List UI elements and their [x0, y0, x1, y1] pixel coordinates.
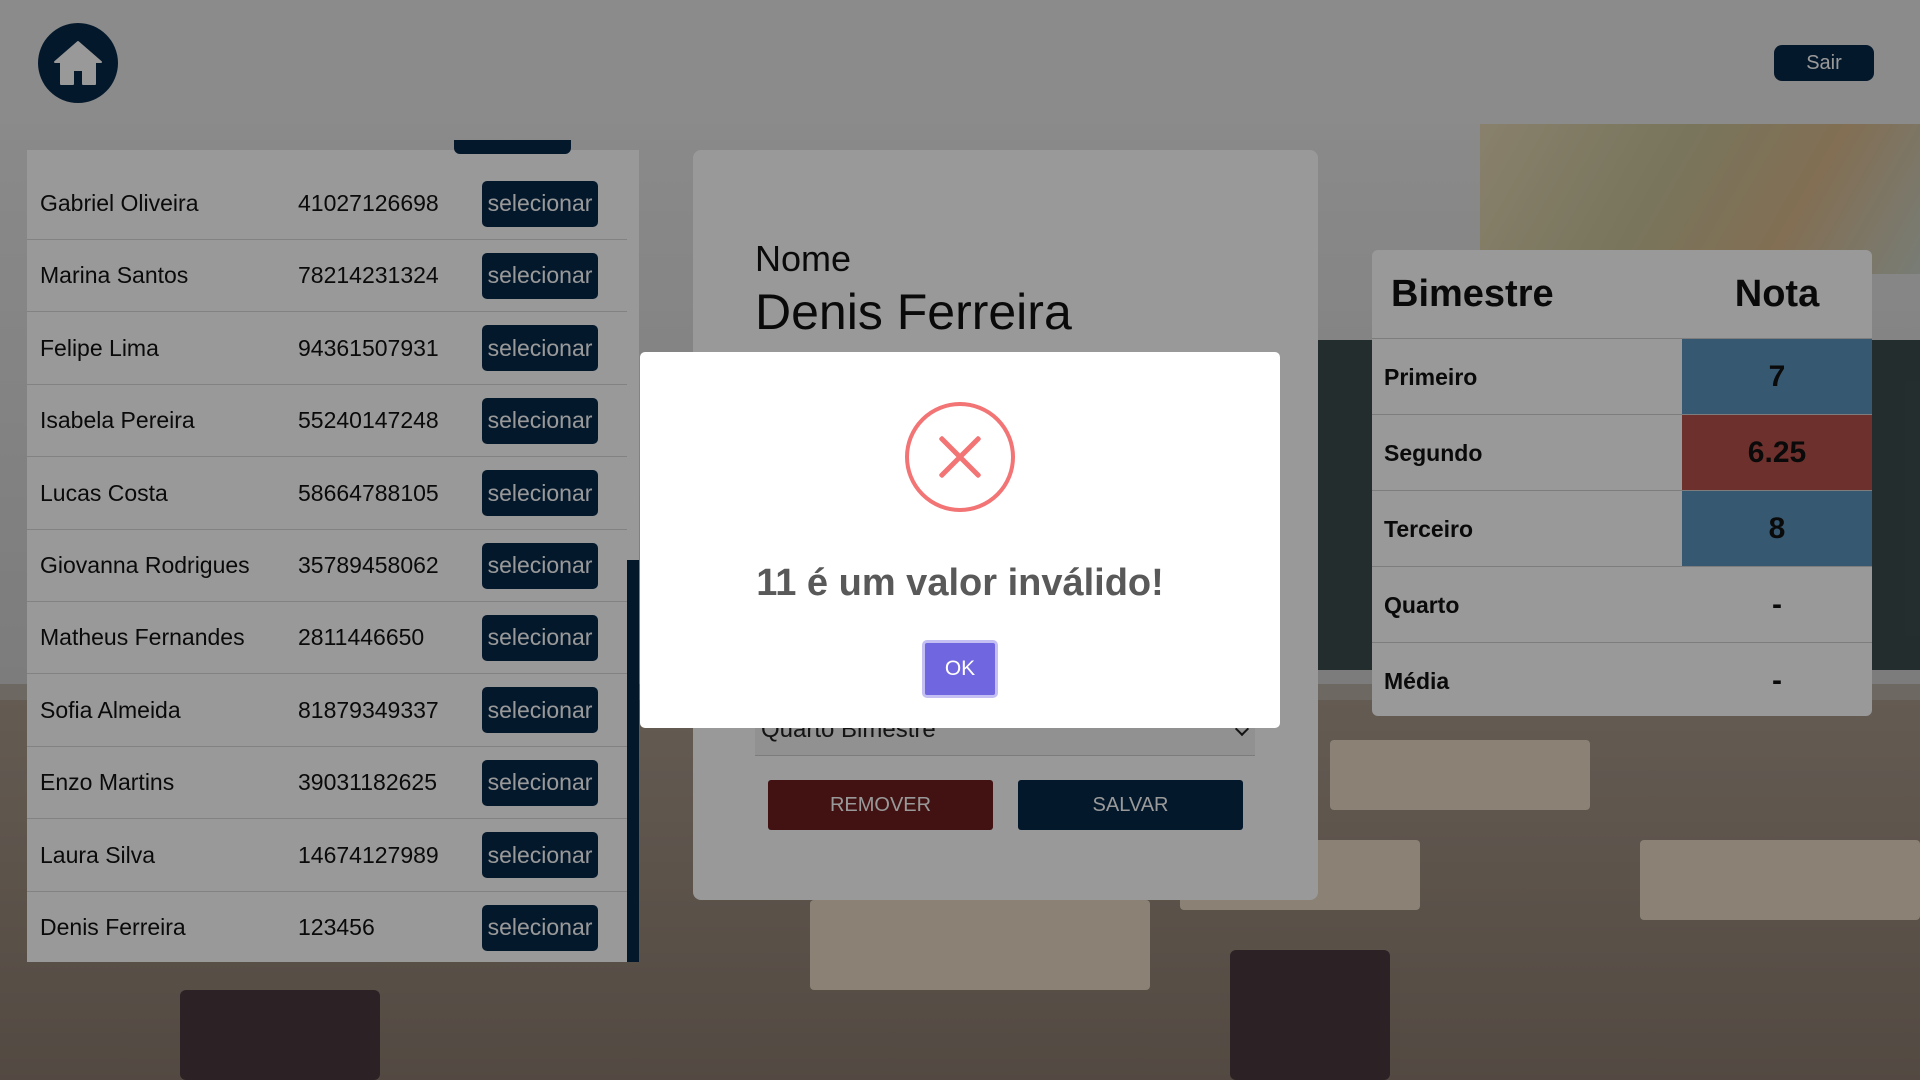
ok-button[interactable]: OK — [922, 640, 998, 698]
dialog-message: 11 é um valor inválido! — [756, 562, 1164, 604]
error-dialog: 11 é um valor inválido! OK — [640, 352, 1280, 728]
error-x-icon — [905, 402, 1015, 512]
